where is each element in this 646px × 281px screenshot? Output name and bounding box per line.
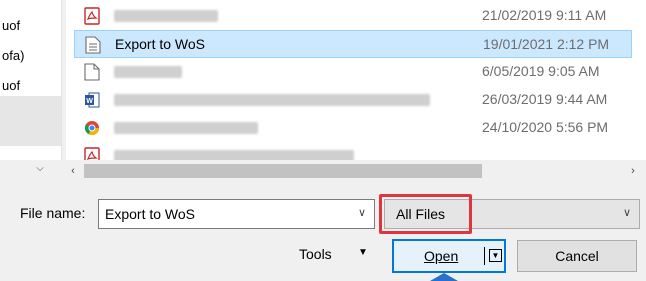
tools-label: Tools xyxy=(299,246,332,262)
file-name: Export to WoS xyxy=(115,36,206,52)
nav-selected-item[interactable] xyxy=(0,96,61,146)
file-row[interactable] xyxy=(74,142,632,160)
file-row[interactable]: 24/10/2020 5:56 PM xyxy=(74,114,632,142)
file-row[interactable]: W 26/03/2019 9:44 AM xyxy=(74,86,632,114)
pdf-icon xyxy=(84,7,100,25)
triangle-down-icon: ▼ xyxy=(358,247,368,258)
split-divider xyxy=(484,247,485,265)
file-list[interactable]: 21/02/2019 9:11 AM Export to WoS 19/01/202… xyxy=(66,0,646,160)
file-row[interactable]: 21/02/2019 9:11 AM xyxy=(74,2,632,30)
redacted-file-name xyxy=(114,10,218,22)
chevron-left-icon[interactable]: ‹ xyxy=(66,164,80,178)
open-button[interactable]: Open ▼ xyxy=(392,239,506,273)
file-date-modified: 24/10/2020 5:56 PM xyxy=(482,119,609,135)
pdf-icon xyxy=(84,147,100,160)
text-document-icon xyxy=(85,36,101,54)
nav-item[interactable]: uof xyxy=(2,78,20,93)
redacted-file-name xyxy=(114,94,430,106)
file-date-modified: 6/05/2019 9:05 AM xyxy=(482,63,600,79)
navigation-pane[interactable]: uof ofa) uof xyxy=(0,0,62,160)
redacted-file-name xyxy=(114,150,354,160)
chevron-right-icon[interactable]: › xyxy=(626,164,640,178)
tools-button[interactable]: Tools ▼ xyxy=(292,241,382,269)
filename-input[interactable] xyxy=(105,205,345,223)
horizontal-scrollbar[interactable]: ‹ › xyxy=(66,160,646,182)
chevron-down-icon[interactable]: ⌵ xyxy=(34,163,46,175)
file-date-modified: 21/02/2019 9:11 AM xyxy=(482,7,607,23)
word-document-icon: W xyxy=(84,91,100,109)
redacted-file-name xyxy=(114,66,182,78)
chrome-icon xyxy=(84,119,100,137)
redacted-file-name xyxy=(114,122,258,134)
pointer-triangle-icon xyxy=(430,273,458,281)
nav-item[interactable]: ofa) xyxy=(2,48,24,63)
file-open-dialog: uof ofa) uof ⌵ 21/02/2019 9:11 AM Export … xyxy=(0,0,646,281)
file-date-modified: 19/01/2021 2:12 PM xyxy=(483,36,610,52)
scrollbar-thumb[interactable] xyxy=(84,164,482,178)
filetype-value: All Files xyxy=(396,206,446,222)
filename-label: File name: xyxy=(20,205,86,221)
cancel-button[interactable]: Cancel xyxy=(517,240,637,272)
filetype-select[interactable]: All Files ∨ xyxy=(384,199,640,229)
filename-combobox[interactable]: ∨ xyxy=(98,199,375,229)
split-dropdown-icon[interactable]: ▼ xyxy=(489,249,502,262)
open-label: Open xyxy=(424,248,459,264)
nav-item[interactable]: uof xyxy=(2,18,20,33)
file-date-modified: 26/03/2019 9:44 AM xyxy=(482,91,608,107)
blank-document-icon xyxy=(84,63,100,81)
cancel-label: Cancel xyxy=(555,248,599,264)
chevron-down-icon[interactable]: ∨ xyxy=(356,206,368,220)
svg-text:W: W xyxy=(86,98,93,105)
chevron-down-icon[interactable]: ∨ xyxy=(621,206,633,220)
file-row[interactable]: Export to WoS 19/01/2021 2:12 PM xyxy=(74,30,632,58)
file-row[interactable]: 6/05/2019 9:05 AM xyxy=(74,58,632,86)
